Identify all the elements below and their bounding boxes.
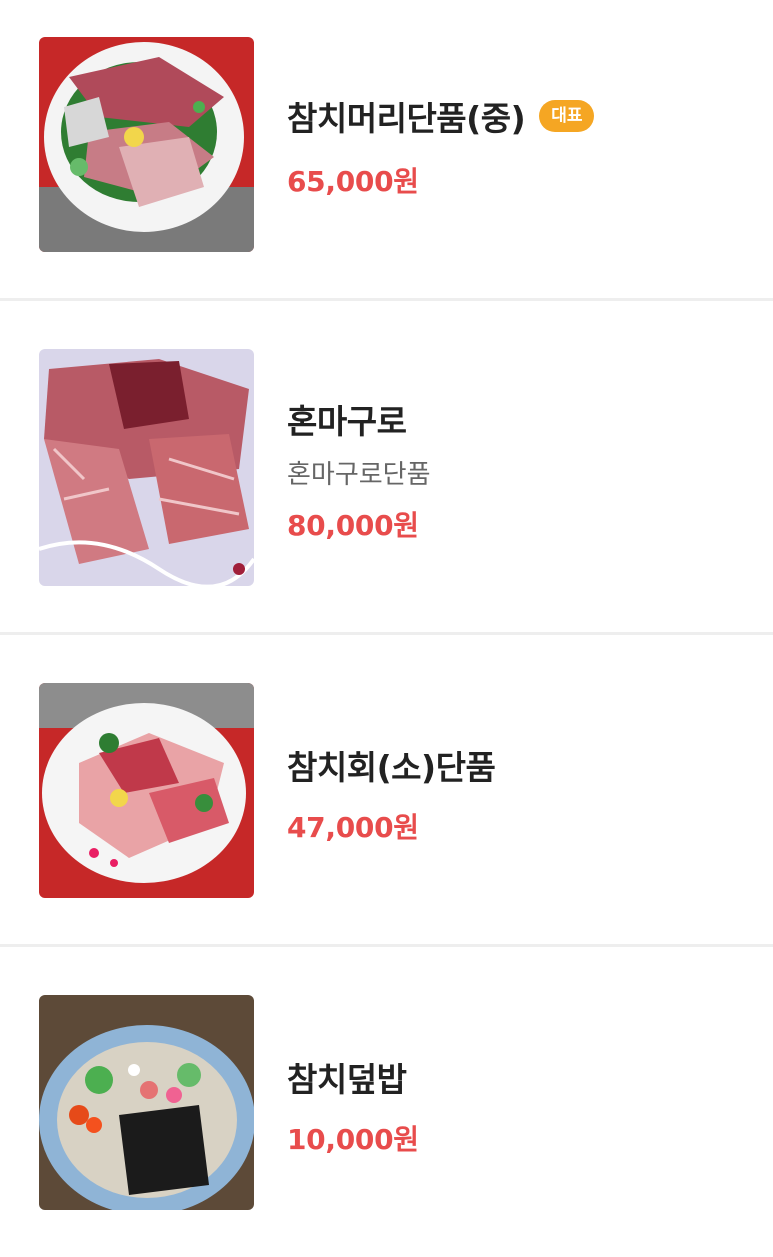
menu-item-title-row: 참치덮밥 xyxy=(287,1053,407,1101)
menu-item-photo[interactable] xyxy=(39,683,254,898)
menu-item-name: 참치덮밥 xyxy=(287,1060,407,1099)
bluefin-tuna-sashimi-photo xyxy=(39,349,254,586)
menu-item-photo[interactable] xyxy=(39,349,254,586)
menu-item-honmaguro[interactable]: 혼마구로 혼마구로단품 80,000원 xyxy=(0,301,773,633)
menu-list: 참치머리단품(중) 대표 65,000원 혼마구로 혼마구로단품 80,000원 xyxy=(0,0,773,1257)
menu-item-tuna-rice-bowl[interactable]: 참치덮밥 10,000원 xyxy=(0,947,773,1257)
menu-item-photo[interactable] xyxy=(39,995,254,1210)
menu-item-description: 혼마구로단품 xyxy=(287,460,431,490)
menu-item-title-row: 참치머리단품(중) 대표 xyxy=(287,92,595,140)
menu-item-name: 참치머리단품(중) xyxy=(287,99,526,138)
menu-item-price: 10,000원 xyxy=(287,1123,419,1156)
signature-badge: 대표 xyxy=(539,100,595,132)
menu-item-title-row: 참치회(소)단품 xyxy=(287,741,496,789)
menu-item-tuna-head[interactable]: 참치머리단품(중) 대표 65,000원 xyxy=(0,0,773,300)
menu-item-name: 참치회(소)단품 xyxy=(287,748,496,787)
tuna-sashimi-plate-photo xyxy=(39,683,254,898)
menu-item-photo[interactable] xyxy=(39,37,254,252)
menu-item-title-row: 혼마구로 xyxy=(287,395,407,443)
menu-item-price: 47,000원 xyxy=(287,811,419,844)
menu-item-name: 혼마구로 xyxy=(287,402,407,441)
menu-item-price: 65,000원 xyxy=(287,165,419,198)
menu-item-tuna-sashimi-small[interactable]: 참치회(소)단품 47,000원 xyxy=(0,635,773,945)
tuna-rice-bowl-photo xyxy=(39,995,254,1210)
menu-item-price: 80,000원 xyxy=(287,509,419,542)
tuna-head-platter-photo xyxy=(39,37,254,252)
